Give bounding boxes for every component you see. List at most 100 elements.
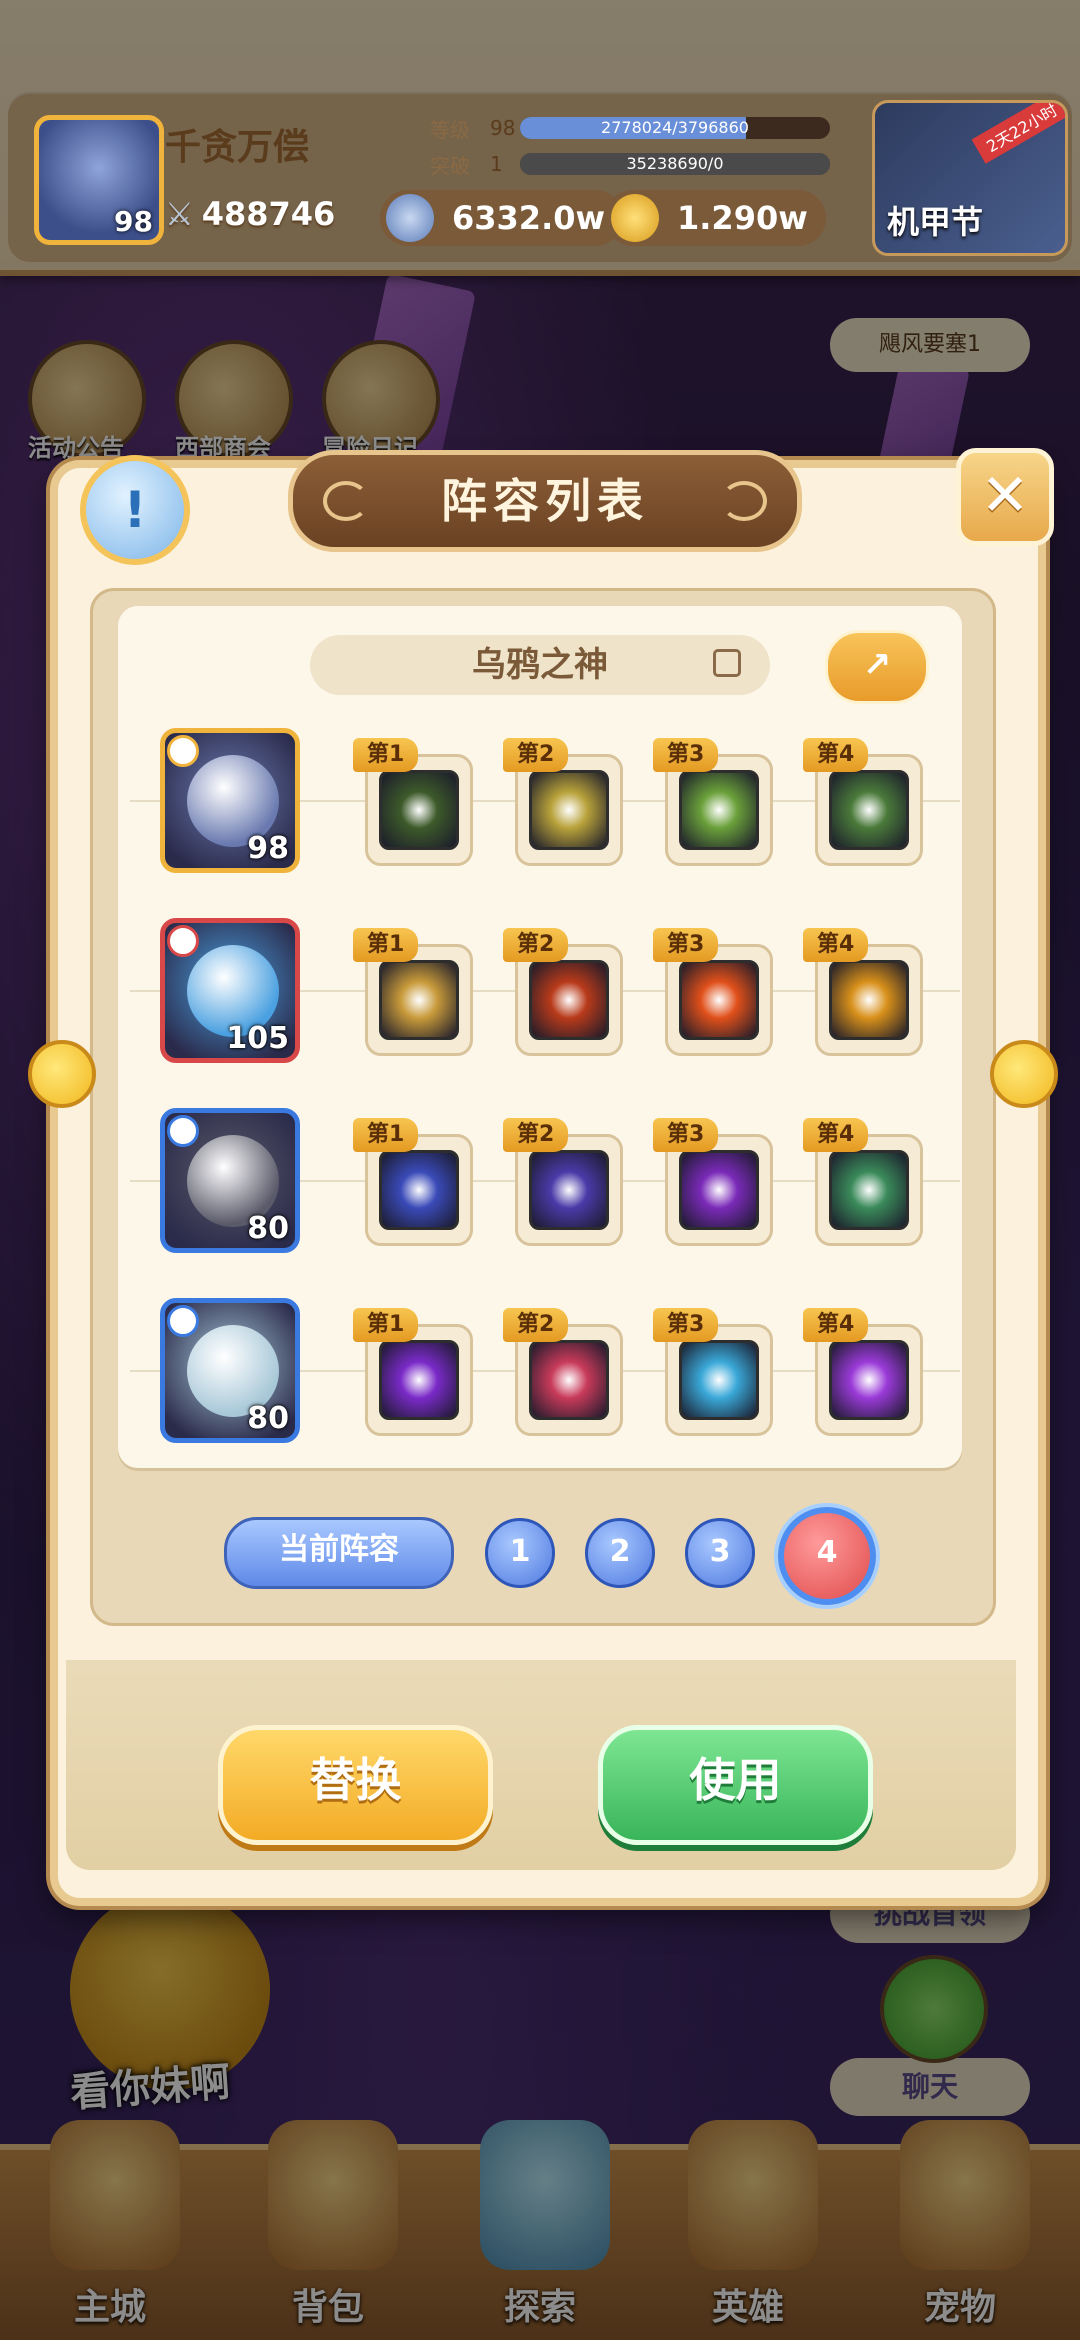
skill-slot[interactable]: 第3: [653, 1308, 773, 1436]
power-value: 488746: [201, 195, 336, 233]
skill-icon: [829, 1340, 909, 1420]
hero-level: 80: [247, 1401, 289, 1436]
skill-slot[interactable]: 第1: [353, 928, 473, 1056]
event-banner[interactable]: 2天22小时 机甲节: [872, 100, 1068, 256]
skill-order-tag: 第3: [653, 1118, 719, 1152]
skill-icon: [679, 1340, 759, 1420]
level-exp-bar: 2778024/3796860: [520, 117, 830, 139]
skill-icon: [379, 1340, 459, 1420]
skill-slot[interactable]: 第3: [653, 928, 773, 1056]
share-button[interactable]: ↗: [825, 630, 929, 704]
skill-slot[interactable]: 第2: [503, 1118, 623, 1246]
edit-icon[interactable]: [713, 649, 741, 677]
hero-level: 105: [226, 1021, 289, 1056]
skill-icon: [529, 1150, 609, 1230]
skill-slot[interactable]: 第1: [353, 738, 473, 866]
skill-slot[interactable]: 第1: [353, 1308, 473, 1436]
silver-currency[interactable]: 6332.0w: [380, 190, 624, 246]
dialog-footer-decoration: [66, 1660, 1016, 1870]
power-display: ⚔ 488746: [165, 195, 335, 233]
team-name-text: 乌鸦之神: [472, 645, 608, 685]
skill-icon: [679, 770, 759, 850]
level-number: 98: [490, 116, 516, 140]
skill-order-tag: 第1: [353, 1308, 419, 1342]
dialog-title: 阵容列表: [288, 450, 802, 552]
silver-amount: 6332.0w: [452, 199, 606, 237]
player-avatar[interactable]: 98: [34, 115, 164, 245]
skill-icon: [529, 960, 609, 1040]
skill-order-tag: 第4: [803, 1308, 869, 1342]
skill-order-tag: 第2: [503, 1118, 569, 1152]
skill-slot[interactable]: 第4: [803, 1118, 923, 1246]
break-stat: 突破 1 35238690/0: [430, 149, 830, 179]
level-stat: 等级 98 2778024/3796860: [430, 113, 830, 143]
title-swirl-icon: [721, 481, 767, 521]
skill-slot[interactable]: 第1: [353, 1118, 473, 1246]
skill-icon: [679, 960, 759, 1040]
skill-slot[interactable]: 第4: [803, 1308, 923, 1436]
element-badge-icon: [167, 925, 199, 957]
use-button[interactable]: 使用: [598, 1725, 873, 1845]
element-badge-icon: [167, 735, 199, 767]
break-label: 突破: [430, 153, 470, 178]
skill-order-tag: 第4: [803, 928, 869, 962]
skill-slot[interactable]: 第4: [803, 738, 923, 866]
next-arrow-icon[interactable]: [990, 1040, 1058, 1108]
silver-coin-icon: [386, 194, 434, 242]
skill-order-tag: 第1: [353, 738, 419, 772]
skill-icon: [379, 1150, 459, 1230]
event-title: 机甲节: [887, 203, 984, 241]
event-timer: 2天22小时: [972, 103, 1065, 164]
hero-level: 98: [247, 831, 289, 866]
skill-order-tag: 第2: [503, 928, 569, 962]
element-badge-icon: [167, 1115, 199, 1147]
skill-order-tag: 第4: [803, 1118, 869, 1152]
skill-icon: [679, 1150, 759, 1230]
element-badge-icon: [167, 1305, 199, 1337]
hero-portrait[interactable]: 98: [160, 728, 300, 873]
title-swirl-icon: [323, 481, 369, 521]
break-exp-text: 35238690/0: [626, 154, 724, 173]
level-exp-text: 2778024/3796860: [601, 118, 749, 137]
skill-order-tag: 第3: [653, 738, 719, 772]
dialog-title-text: 阵容列表: [441, 474, 649, 528]
close-button[interactable]: ✕: [956, 448, 1054, 546]
info-button[interactable]: !: [80, 455, 190, 565]
skill-icon: [829, 1150, 909, 1230]
skill-slot[interactable]: 第3: [653, 1118, 773, 1246]
replace-button[interactable]: 替换: [218, 1725, 493, 1845]
player-name: 千贪万偿: [165, 127, 310, 168]
skill-icon: [529, 1340, 609, 1420]
skill-order-tag: 第2: [503, 738, 569, 772]
skill-order-tag: 第2: [503, 1308, 569, 1342]
skill-icon: [379, 960, 459, 1040]
skill-order-tag: 第4: [803, 738, 869, 772]
skill-icon: [529, 770, 609, 850]
hero-portrait[interactable]: 105: [160, 918, 300, 1063]
skill-slot[interactable]: 第2: [503, 928, 623, 1056]
skill-order-tag: 第3: [653, 1308, 719, 1342]
preset-button-1[interactable]: 1: [485, 1518, 555, 1588]
hero-portrait[interactable]: 80: [160, 1298, 300, 1443]
current-lineup-button[interactable]: 当前阵容: [224, 1517, 454, 1589]
preset-button-4[interactable]: 4: [778, 1507, 876, 1605]
break-number: 1: [490, 152, 503, 176]
skill-slot[interactable]: 第2: [503, 738, 623, 866]
level-label: 等级: [430, 117, 470, 142]
gold-currency[interactable]: 1.290w: [605, 190, 826, 246]
prev-arrow-icon[interactable]: [28, 1040, 96, 1108]
hero-portrait[interactable]: 80: [160, 1108, 300, 1253]
sword-icon: ⚔: [165, 195, 194, 233]
skill-slot[interactable]: 第3: [653, 738, 773, 866]
skill-order-tag: 第1: [353, 928, 419, 962]
hero-level: 80: [247, 1211, 289, 1246]
preset-button-3[interactable]: 3: [685, 1518, 755, 1588]
skill-slot[interactable]: 第4: [803, 928, 923, 1056]
team-name[interactable]: 乌鸦之神: [310, 635, 770, 695]
hero-row: 80 第1 第2 第3 第4: [130, 1108, 960, 1258]
player-level: 98: [114, 205, 153, 238]
preset-button-2[interactable]: 2: [585, 1518, 655, 1588]
gold-coin-icon: [611, 194, 659, 242]
skill-slot[interactable]: 第2: [503, 1308, 623, 1436]
skill-icon: [379, 770, 459, 850]
